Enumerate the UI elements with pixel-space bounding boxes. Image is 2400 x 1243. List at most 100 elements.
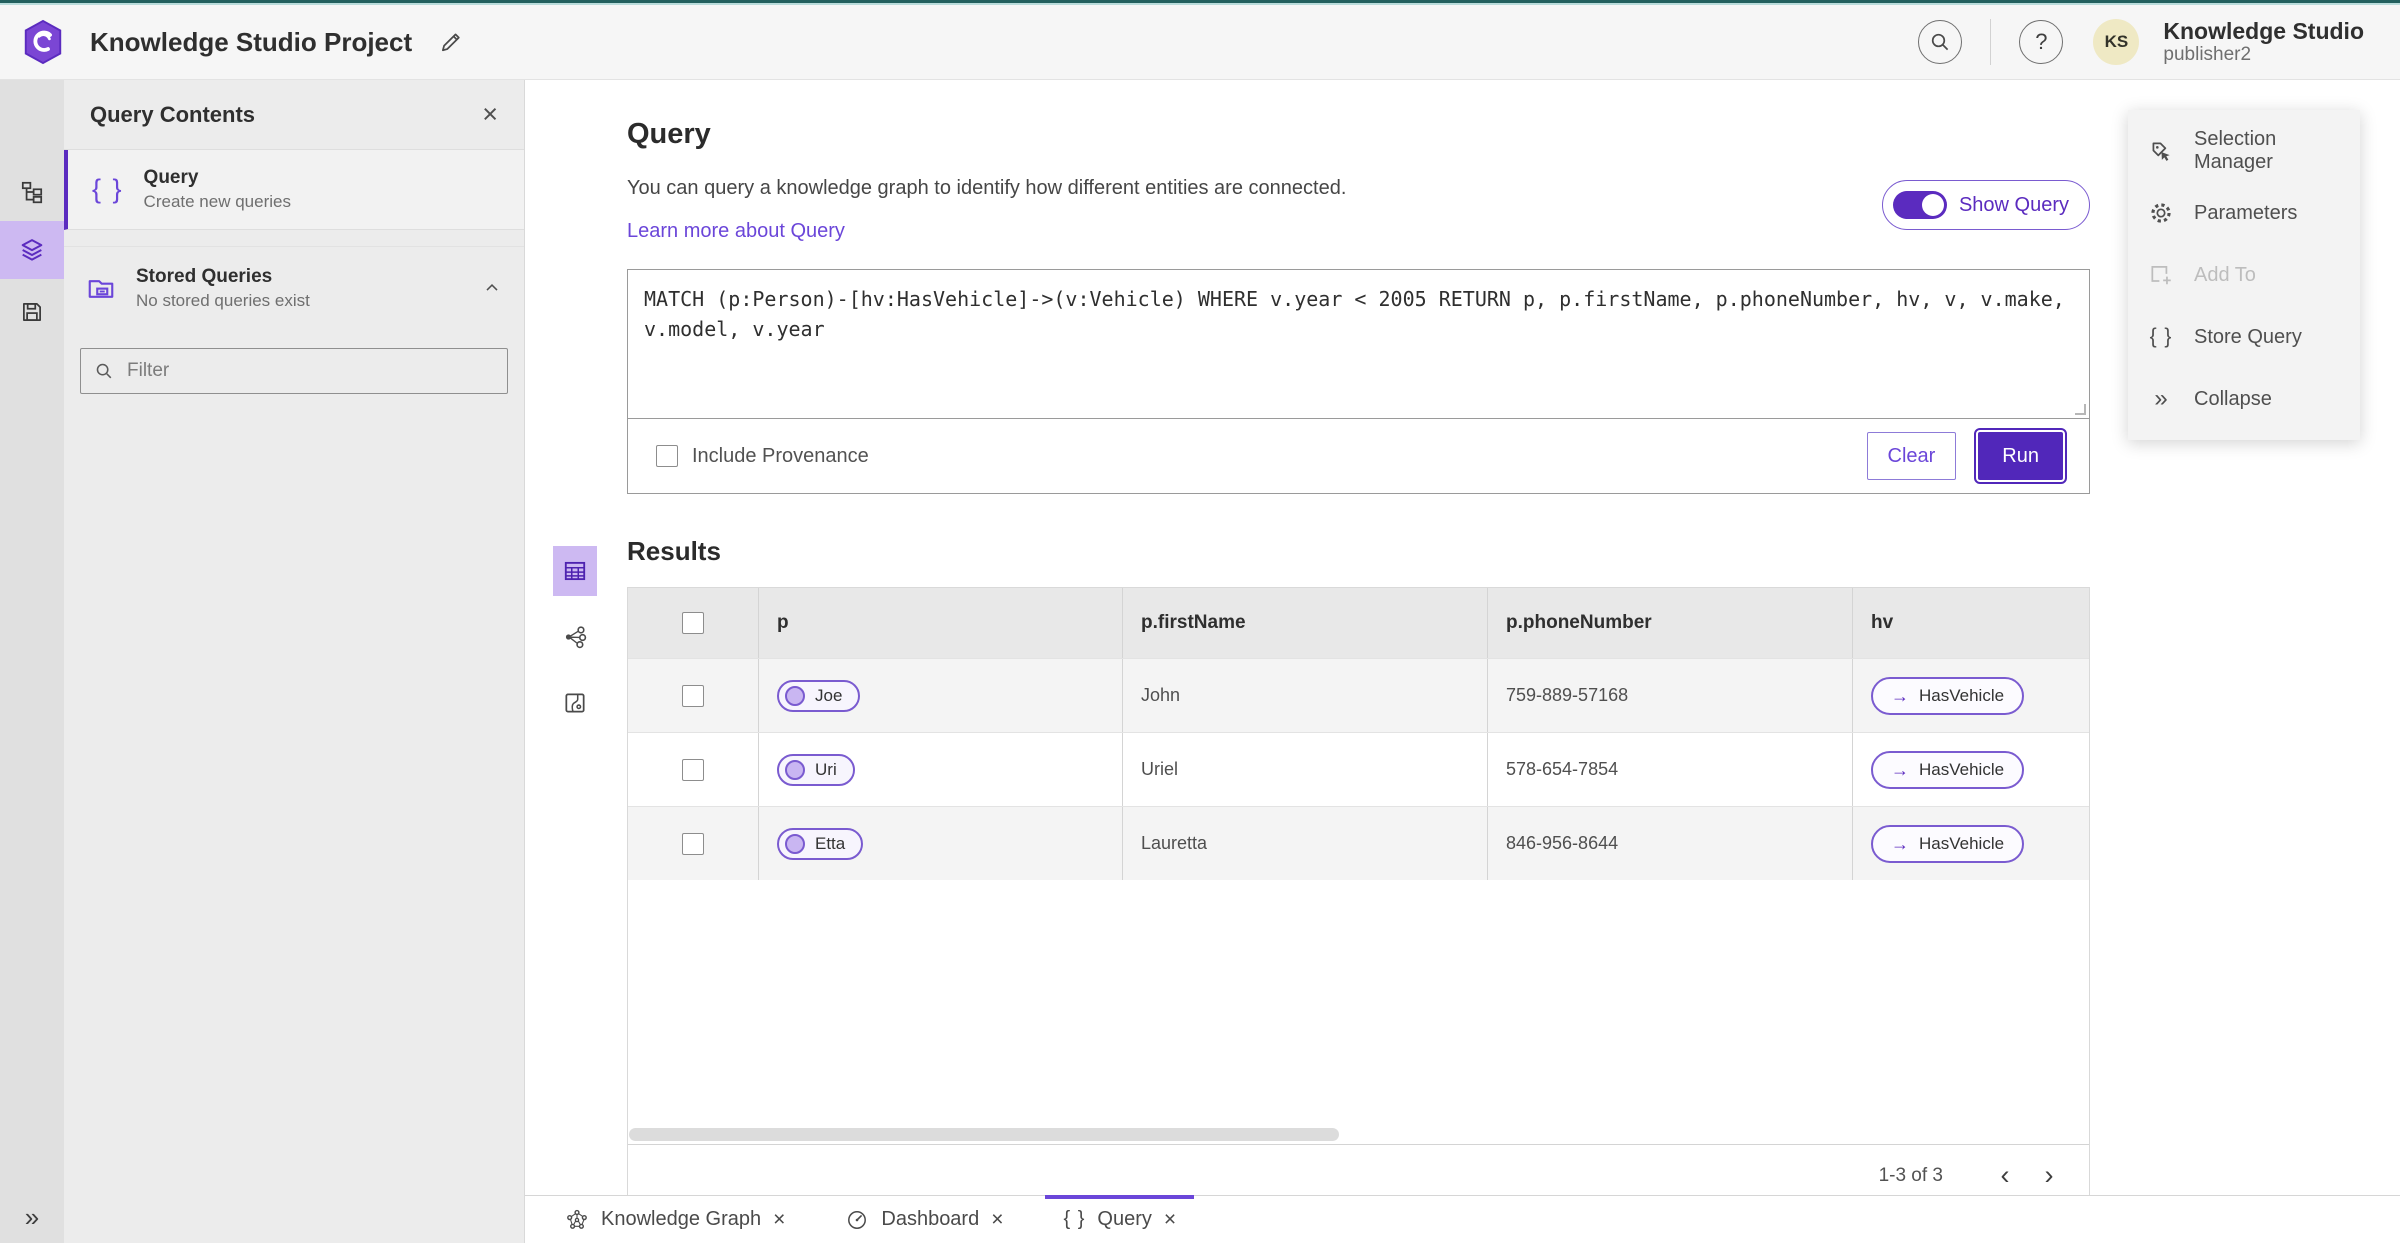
close-tab-icon[interactable]: × [773, 1209, 785, 1230]
column-header-hv[interactable]: hv [1853, 588, 2089, 658]
query-item-text: Query Create new queries [144, 166, 291, 213]
close-tab-icon[interactable]: × [1164, 1209, 1176, 1230]
header-right-cluster: ? KS Knowledge Studio publisher2 [1918, 18, 2364, 66]
clear-button[interactable]: Clear [1866, 432, 1957, 480]
header-divider [1990, 19, 1992, 65]
query-textarea[interactable]: MATCH (p:Person)-[hv:HasVehicle]->(v:Veh… [628, 270, 2089, 419]
layers-button-active[interactable] [0, 221, 64, 279]
run-button[interactable]: Run [1974, 428, 2067, 484]
save-button[interactable] [0, 283, 64, 341]
pagination-label: 1-3 of 3 [1878, 1164, 1943, 1186]
product-name: Knowledge Studio [2163, 17, 2364, 44]
tab-knowledge-graph[interactable]: Knowledge Graph × [547, 1196, 803, 1243]
model-tree-button[interactable] [0, 163, 64, 221]
query-tools-panel: Selection Manager Parameters Add To {} … [2128, 110, 2360, 440]
learn-more-link[interactable]: Learn more about Query [627, 220, 845, 243]
cell-phone: 759-889-57168 [1488, 659, 1853, 732]
entity-node-icon [785, 759, 805, 780]
tab-label: Query [1097, 1208, 1152, 1230]
selection-manager-button[interactable]: Selection Manager [2128, 120, 2360, 182]
filter-search-icon [96, 363, 112, 379]
entity-pill[interactable]: Joe [777, 679, 861, 712]
gear-icon [2148, 200, 2174, 226]
parameters-button[interactable]: Parameters [2128, 182, 2360, 244]
store-query-button[interactable]: { } Store Query [2128, 306, 2360, 368]
map-icon [565, 693, 585, 713]
braces-icon: { } [1063, 1208, 1086, 1230]
username: publisher2 [2163, 44, 2252, 66]
filter-input[interactable] [127, 359, 495, 382]
table-view-button[interactable] [553, 546, 597, 596]
edge-pill[interactable]: → HasVehicle [1871, 750, 2025, 789]
graph-view-button[interactable] [553, 612, 597, 662]
bottom-tab-bar: Knowledge Graph × Dashboard × { } Query … [525, 1194, 2400, 1243]
stored-queries-folder-icon [88, 280, 114, 299]
expand-rail-button[interactable]: » [0, 1202, 64, 1233]
include-provenance-checkbox[interactable] [656, 445, 678, 467]
app-logo-icon [22, 19, 64, 65]
avatar[interactable]: KS [2093, 19, 2140, 65]
show-query-toggle[interactable] [1892, 191, 1947, 219]
tool-label: Selection Manager [2194, 128, 2277, 173]
stored-item-subtitle: No stored queries exist [136, 290, 310, 310]
stored-queries-filter [80, 347, 508, 394]
resize-handle[interactable] [2075, 404, 2086, 415]
query-item-title: Query [143, 167, 199, 189]
column-header-p[interactable]: p [759, 588, 1123, 658]
floppy-disk-icon [23, 303, 41, 321]
main-area: Query You can query a knowledge graph to… [525, 80, 2400, 1243]
knowledge-graph-icon [567, 1209, 587, 1229]
edge-pill[interactable]: → HasVehicle [1871, 824, 2025, 863]
page-description: You can query a knowledge graph to ident… [627, 177, 1347, 199]
pencil-icon [442, 33, 460, 52]
tab-dashboard[interactable]: Dashboard × [827, 1196, 1021, 1243]
prev-page-button[interactable]: ‹ [1983, 1162, 2027, 1189]
select-all-checkbox[interactable] [682, 612, 704, 634]
row-checkbox[interactable] [682, 684, 704, 707]
table-row[interactable]: Joe John 759-889-57168 → HasVehicle [628, 658, 2089, 732]
entity-label: Joe [815, 685, 843, 705]
entity-pill[interactable]: Uri [777, 753, 855, 786]
stored-item-title: Stored Queries [136, 266, 273, 287]
add-to-icon [2148, 262, 2174, 288]
edit-title-button[interactable] [434, 25, 468, 59]
search-button[interactable] [1918, 20, 1963, 64]
next-page-button[interactable]: › [2027, 1162, 2071, 1189]
entity-node-icon [785, 833, 805, 854]
sidebar-item-stored-queries[interactable]: Stored Queries No stored queries exist [64, 246, 524, 330]
show-query-label: Show Query [1958, 193, 2069, 216]
panel-title: Query Contents [90, 101, 256, 127]
entity-pill[interactable]: Etta [777, 827, 864, 860]
row-checkbox[interactable] [682, 832, 704, 855]
stored-item-text: Stored Queries No stored queries exist [136, 265, 310, 312]
collapse-panel-button[interactable]: » Collapse [2128, 368, 2360, 430]
results-view-toolbar [553, 546, 597, 744]
show-query-toggle-group[interactable]: Show Query [1881, 180, 2090, 230]
sidebar-item-query[interactable]: { } Query Create new queries [64, 150, 524, 230]
map-view-button[interactable] [553, 678, 597, 728]
tool-label: Parameters [2194, 201, 2298, 224]
column-header-phonenumber[interactable]: p.phoneNumber [1488, 588, 1853, 658]
braces-icon: { } [2149, 325, 2173, 348]
horizontal-scrollbar[interactable] [629, 1128, 1339, 1141]
column-header-firstname[interactable]: p.firstName [1123, 588, 1488, 658]
editor-footer: Include Provenance Clear Run [628, 419, 2089, 493]
row-checkbox[interactable] [682, 758, 704, 781]
table-row[interactable]: Etta Lauretta 846-956-8644 → HasVehicle [628, 806, 2089, 880]
close-tab-icon[interactable]: × [991, 1209, 1003, 1230]
tool-label: Collapse [2194, 387, 2272, 410]
table-row[interactable]: Uri Uriel 578-654-7854 → HasVehicle [628, 732, 2089, 806]
user-block: Knowledge Studio publisher2 [2163, 18, 2364, 66]
layers-icon [21, 239, 43, 261]
cell-firstname: Uriel [1123, 733, 1488, 806]
tab-query-active[interactable]: { } Query × [1045, 1194, 1194, 1243]
add-to-button-disabled: Add To [2128, 244, 2360, 306]
close-panel-icon[interactable]: × [482, 101, 498, 128]
results-table: p p.firstName p.phoneNumber hv Joe John … [627, 587, 2090, 1207]
chevron-up-icon[interactable] [482, 278, 502, 298]
entity-node-icon [785, 685, 805, 706]
help-button[interactable]: ? [2019, 20, 2064, 64]
query-contents-panel: Query Contents × { } Query Create new qu… [64, 80, 525, 1243]
edge-arrow-icon: → [1891, 759, 1909, 780]
edge-pill[interactable]: → HasVehicle [1871, 676, 2025, 715]
